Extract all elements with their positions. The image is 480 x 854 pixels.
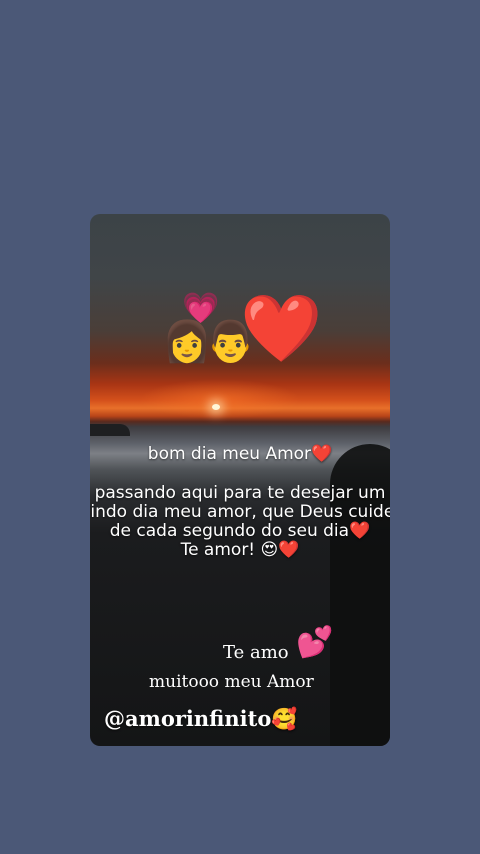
message-text: passando aqui para te desejar um lindo d… <box>90 483 390 560</box>
sunset-glow <box>140 379 300 419</box>
muitooo-text: muitooo meu Amor <box>149 672 314 692</box>
shoreline <box>90 424 130 436</box>
couple-emoji: 👩👨 <box>162 319 256 365</box>
video-card[interactable]: 💗 👩👨 ❤️ bom dia meu Amor❤️ passando aqui… <box>90 214 390 746</box>
te-amo-text: Te amo <box>223 642 289 663</box>
greeting-text: bom dia meu Amor❤️ <box>147 444 333 464</box>
red-heart-emoji: ❤️ <box>240 290 323 367</box>
sun <box>212 404 220 410</box>
account-handle[interactable]: @amorinfinito🥰 <box>104 706 298 732</box>
two-hearts-emoji: 💕 <box>296 625 334 660</box>
